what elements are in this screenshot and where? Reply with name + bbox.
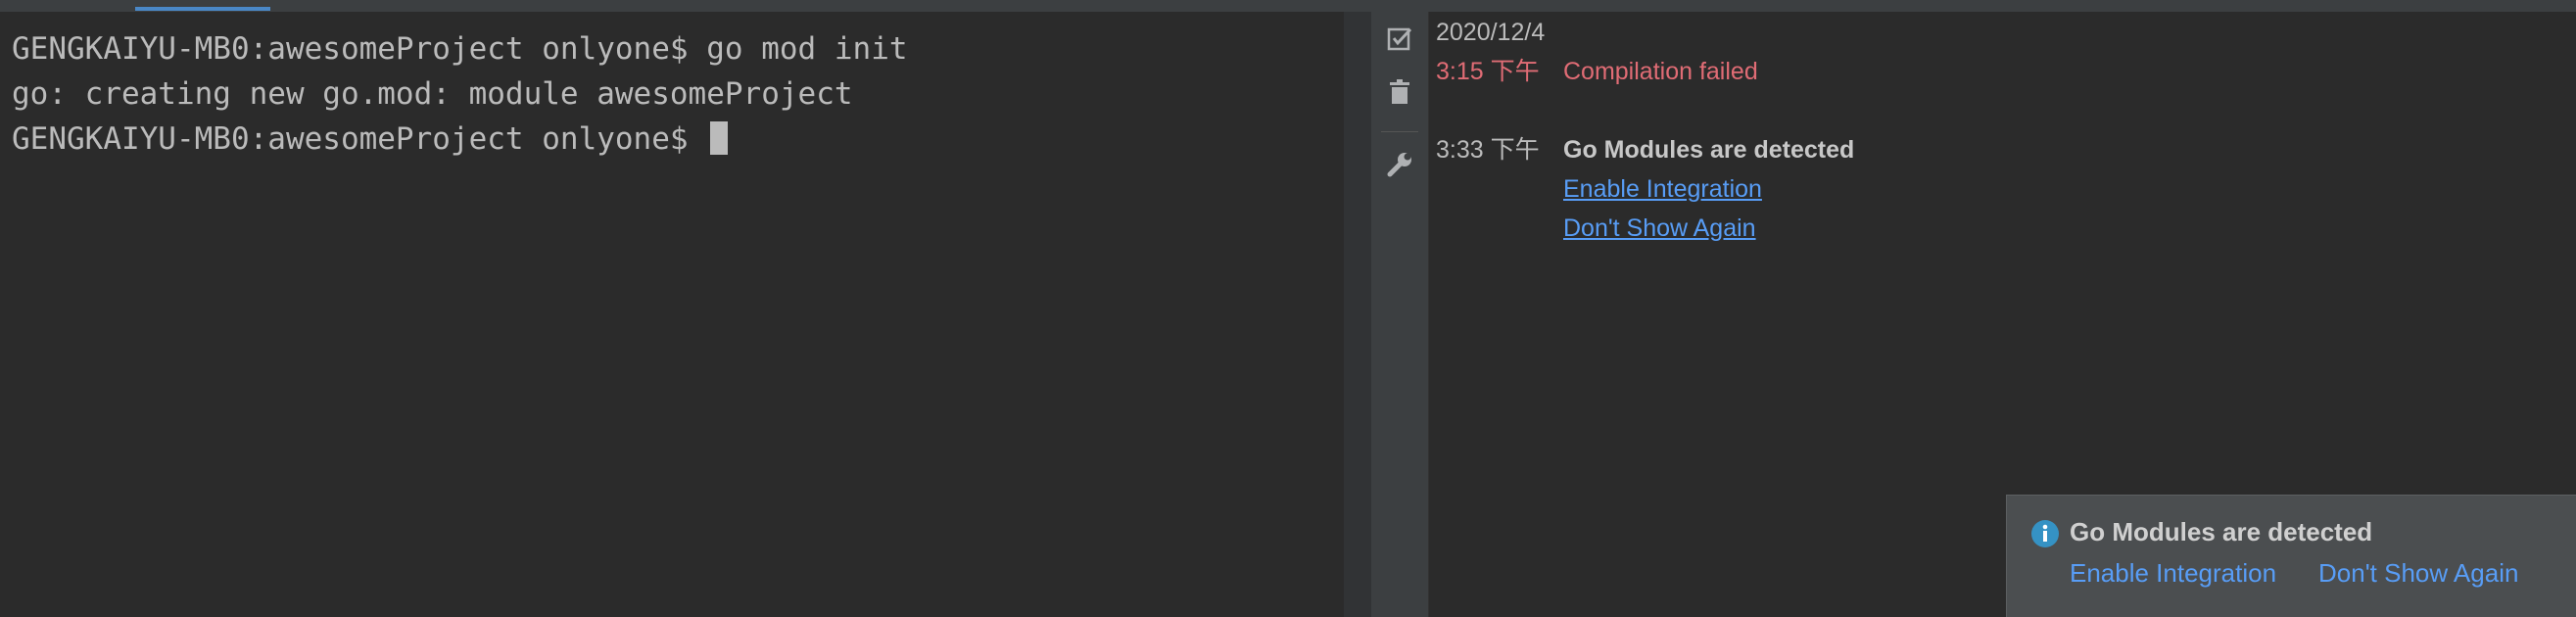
toolbar-divider: [1381, 131, 1418, 132]
info-icon: [2031, 520, 2059, 547]
notification-balloon[interactable]: Go Modules are detected Enable Integrati…: [2006, 495, 2576, 617]
notification-enable-integration-link[interactable]: Enable Integration: [2070, 558, 2276, 589]
event-time: 3:33 下午: [1436, 136, 1540, 164]
event-message: Go Modules are detected: [1563, 136, 1855, 164]
event-log-date: 2020/12/4: [1436, 19, 1546, 46]
event-message-error: Compilation failed: [1563, 58, 1758, 85]
settings-wrench-icon: [1387, 153, 1411, 177]
event-log-settings-button[interactable]: [1384, 149, 1415, 180]
clear-all-button[interactable]: [1384, 76, 1415, 108]
terminal-cursor: [710, 121, 729, 155]
ide-window: GENGKAIYU-MB0:awesomeProject onlyone$ go…: [0, 0, 2576, 617]
enable-integration-link[interactable]: Enable Integration: [1563, 174, 1762, 204]
terminal-line: go: creating new go.mod: module awesomeP…: [12, 76, 853, 112]
delete-icon: [1390, 79, 1409, 104]
terminal-panel[interactable]: GENGKAIYU-MB0:awesomeProject onlyone$ go…: [0, 12, 1345, 617]
terminal-scrollbar[interactable]: [1344, 12, 1371, 617]
terminal-prompt: GENGKAIYU-MB0:awesomeProject onlyone$: [12, 121, 707, 157]
mark-all-read-button[interactable]: [1384, 24, 1415, 55]
active-tab-indicator: [135, 7, 270, 11]
event-log-toolbar: [1371, 12, 1429, 617]
notification-dont-show-again-link[interactable]: Don't Show Again: [2318, 558, 2518, 589]
mark-all-read-icon: [1387, 27, 1412, 51]
dont-show-again-link[interactable]: Don't Show Again: [1563, 214, 1756, 243]
event-time: 3:15 下午: [1436, 58, 1540, 85]
notification-title: Go Modules are detected: [2070, 517, 2373, 546]
terminal-line: GENGKAIYU-MB0:awesomeProject onlyone$ go…: [12, 31, 908, 67]
terminal-prompt-line[interactable]: GENGKAIYU-MB0:awesomeProject onlyone$: [12, 119, 729, 159]
